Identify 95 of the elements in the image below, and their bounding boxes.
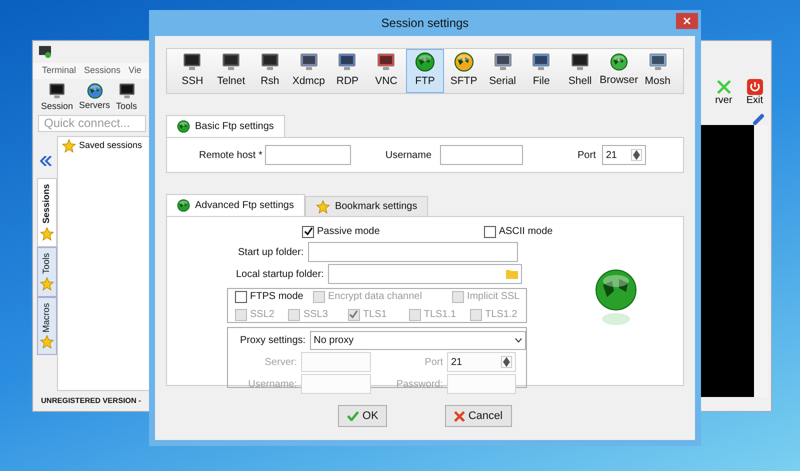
protocol-button[interactable]: Xdmcp (289, 49, 328, 93)
app-icon (39, 46, 51, 58)
checkbox-label: Encrypt data channel (328, 290, 422, 304)
tab[interactable]: Bookmark settings (304, 196, 428, 216)
tab-icon (40, 335, 54, 350)
field-label: Username (385, 148, 432, 162)
input-field[interactable] (265, 145, 352, 165)
input-field[interactable] (328, 264, 522, 284)
checkbox-label: SSL2 (250, 308, 274, 322)
collapse-icon[interactable] (40, 156, 52, 166)
globe-icon (177, 199, 190, 212)
globe-drawing (595, 269, 637, 327)
monitor-icon (570, 52, 590, 72)
toolbar-button[interactable]: Servers (79, 83, 110, 111)
protocol-button[interactable]: Shell (560, 49, 600, 93)
chevron-down-icon (515, 338, 522, 343)
monitor-icon (260, 52, 280, 72)
checkbox[interactable] (484, 226, 496, 238)
protocol-button[interactable]: Browser (599, 49, 638, 93)
cancel-button[interactable]: Cancel (445, 405, 512, 427)
checkbox-label: SSL3 (303, 308, 328, 322)
protocol-button[interactable]: Rsh (250, 49, 290, 93)
star-icon (316, 200, 330, 214)
checkbox-label: Passive mode (317, 225, 380, 239)
window-title: Session settings (381, 15, 469, 32)
checkbox-label: Implicit SSL (466, 290, 520, 304)
protocol-button[interactable]: SFTP (444, 49, 484, 93)
tab-icon (40, 276, 54, 291)
monitor-icon (48, 82, 66, 100)
protocol-button[interactable]: RDP (328, 49, 367, 93)
protocol-button[interactable]: SSH (173, 49, 212, 93)
spinner-icon[interactable] (630, 149, 642, 161)
field-label: Local startup folder: (236, 268, 324, 282)
proxy-dropdown[interactable]: No proxy (310, 331, 526, 350)
input-field[interactable] (308, 242, 518, 262)
field-label: Server: (264, 356, 297, 368)
tab-icon (40, 226, 54, 241)
field-label: Remote host * (199, 148, 262, 162)
monitor-icon (376, 52, 396, 72)
monitor-icon (337, 52, 358, 72)
checkbox-label: ASCII mode (498, 225, 553, 239)
sessions-icon (62, 139, 76, 153)
monitor-icon (531, 52, 552, 72)
tree-item[interactable]: Saved sessions (79, 139, 142, 153)
close-icon (683, 17, 691, 25)
checkbox[interactable] (302, 226, 314, 238)
side-tab[interactable]: Tools (37, 246, 57, 297)
menu-item[interactable]: Vie (128, 64, 142, 78)
monitor-icon (492, 52, 513, 72)
scrollbar[interactable] (754, 125, 768, 397)
globe-icon (177, 120, 190, 133)
field-label: Password: (396, 378, 443, 390)
globe-icon (415, 52, 435, 72)
protocol-button[interactable]: File (522, 49, 561, 93)
ok-button[interactable]: OK (338, 405, 388, 427)
tab[interactable]: Basic Ftp settings (166, 115, 285, 137)
protocol-button[interactable]: FTP (406, 49, 444, 93)
checkbox-label: FTPS mode (250, 290, 304, 304)
power-icon (746, 79, 763, 95)
monitor-icon (298, 52, 319, 72)
cross-icon (454, 410, 466, 422)
checkbox[interactable] (235, 290, 247, 302)
protocol-button[interactable]: Serial (483, 49, 522, 93)
globe-icon (610, 53, 628, 72)
globe-icon (86, 83, 103, 99)
side-tab[interactable]: Macros (37, 296, 57, 356)
toolbar-button[interactable]: Exit (746, 79, 763, 107)
checkbox-label: TLS1.1 (424, 308, 456, 322)
field-label: Port (424, 356, 443, 368)
protocol-button[interactable]: Mosh (638, 49, 678, 93)
close-button[interactable] (676, 13, 698, 29)
field-label: Proxy settings: (240, 334, 306, 348)
monitor-icon (648, 52, 668, 72)
globe-icon (454, 52, 474, 72)
monitor-icon (118, 82, 136, 100)
input-field[interactable] (440, 145, 523, 165)
monitor-icon (221, 52, 242, 72)
protocol-button[interactable]: Telnet (212, 49, 251, 93)
side-tab[interactable]: Sessions (37, 178, 57, 247)
tab[interactable]: Advanced Ftp settings (166, 194, 305, 216)
toolbar-button[interactable]: Tools (116, 82, 138, 112)
menu-item[interactable]: Sessions (84, 64, 121, 78)
input-field[interactable]: 21 (602, 145, 646, 165)
protocol-button[interactable]: VNC (366, 49, 406, 93)
field-label: Port (578, 148, 596, 162)
toolbar-button[interactable]: rver (715, 79, 732, 107)
folder-icon[interactable] (506, 269, 518, 279)
checkmark-icon (347, 411, 360, 421)
toolbar-button[interactable]: Session (41, 82, 74, 112)
field-label: Start up folder: (238, 246, 304, 260)
checkbox-label: TLS1.2 (485, 308, 518, 322)
monitor-icon (182, 52, 202, 72)
field-label: Username: (248, 378, 297, 390)
menu-item[interactable]: Terminal (42, 64, 76, 78)
checkbox-label: TLS1 (362, 308, 387, 322)
